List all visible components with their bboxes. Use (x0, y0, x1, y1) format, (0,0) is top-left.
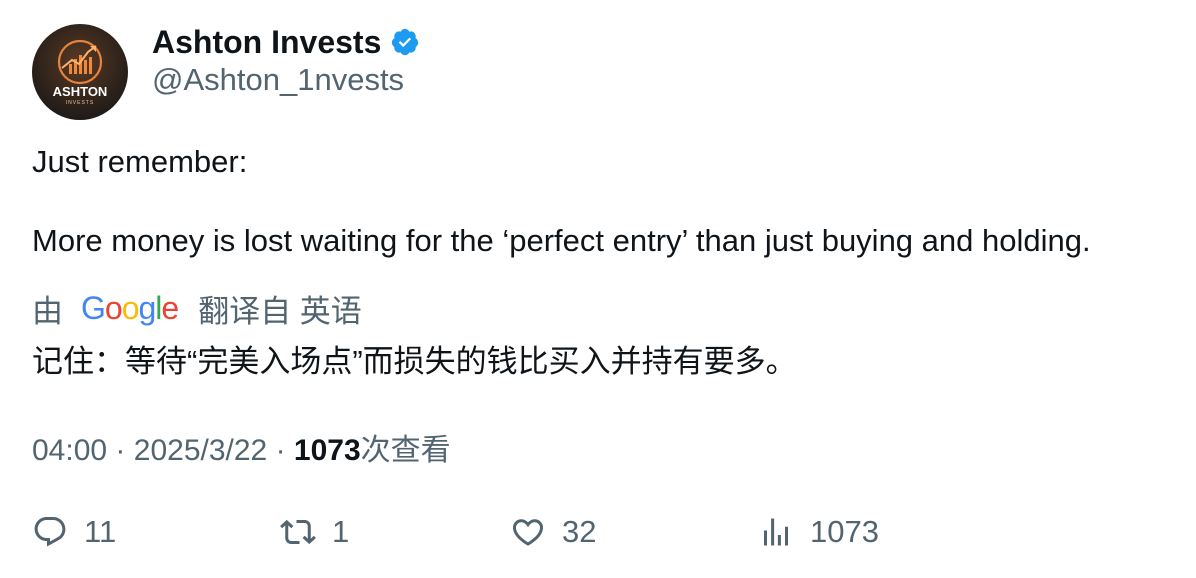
views-action-count: 1073 (810, 514, 879, 549)
translation-attribution[interactable]: 由 Google 翻译自 英语 (32, 288, 362, 329)
tweet-text-line-2: More money is lost waiting for the ‘perf… (32, 223, 1091, 258)
views-count: 1073 (293, 434, 361, 467)
views-button[interactable]: 1073 (758, 510, 879, 554)
reply-count: 11 (84, 514, 117, 549)
translated-text: 记住：等待“完美入场点”而损失的钱比买入并持有要多。 (32, 344, 797, 379)
google-logo-icon: Google (81, 289, 179, 326)
avatar-wordmark: ASHTON (53, 84, 108, 99)
like-count: 32 (562, 514, 597, 549)
retweet-count: 1 (332, 514, 350, 549)
display-name-text: Ashton Invests (152, 23, 382, 60)
reply-icon (34, 517, 66, 547)
tweet-date[interactable]: 2025/3/22 (134, 434, 267, 467)
tweet-time[interactable]: 04:00 (32, 434, 107, 467)
views-label: 次查看 (360, 434, 451, 467)
user-handle[interactable]: @Ashton_1nvests (152, 62, 404, 98)
ashton-invests-logo: ASHTON INVESTS (32, 24, 128, 120)
meta-separator: · (115, 434, 126, 467)
retweet-button[interactable]: 1 (280, 510, 349, 554)
views-bar-chart-icon (764, 518, 788, 546)
avatar[interactable]: ASHTON INVESTS (32, 24, 128, 120)
verified-badge-icon (392, 28, 419, 56)
display-name[interactable]: Ashton Invests (152, 22, 420, 62)
tweet-text-line-1: Just remember: (32, 144, 248, 179)
translation-prefix: 由 (32, 293, 63, 329)
avatar-subtext: INVESTS (66, 100, 94, 106)
like-button[interactable]: 32 (510, 510, 596, 554)
heart-icon (512, 519, 544, 546)
meta-separator: · (275, 434, 286, 467)
retweet-icon (280, 519, 316, 545)
reply-button[interactable]: 11 (32, 510, 116, 554)
tweet-meta: 04:00 · 2025/3/22 · 1073次查看 (32, 425, 451, 469)
translation-suffix: 翻译自 英语 (198, 293, 362, 329)
